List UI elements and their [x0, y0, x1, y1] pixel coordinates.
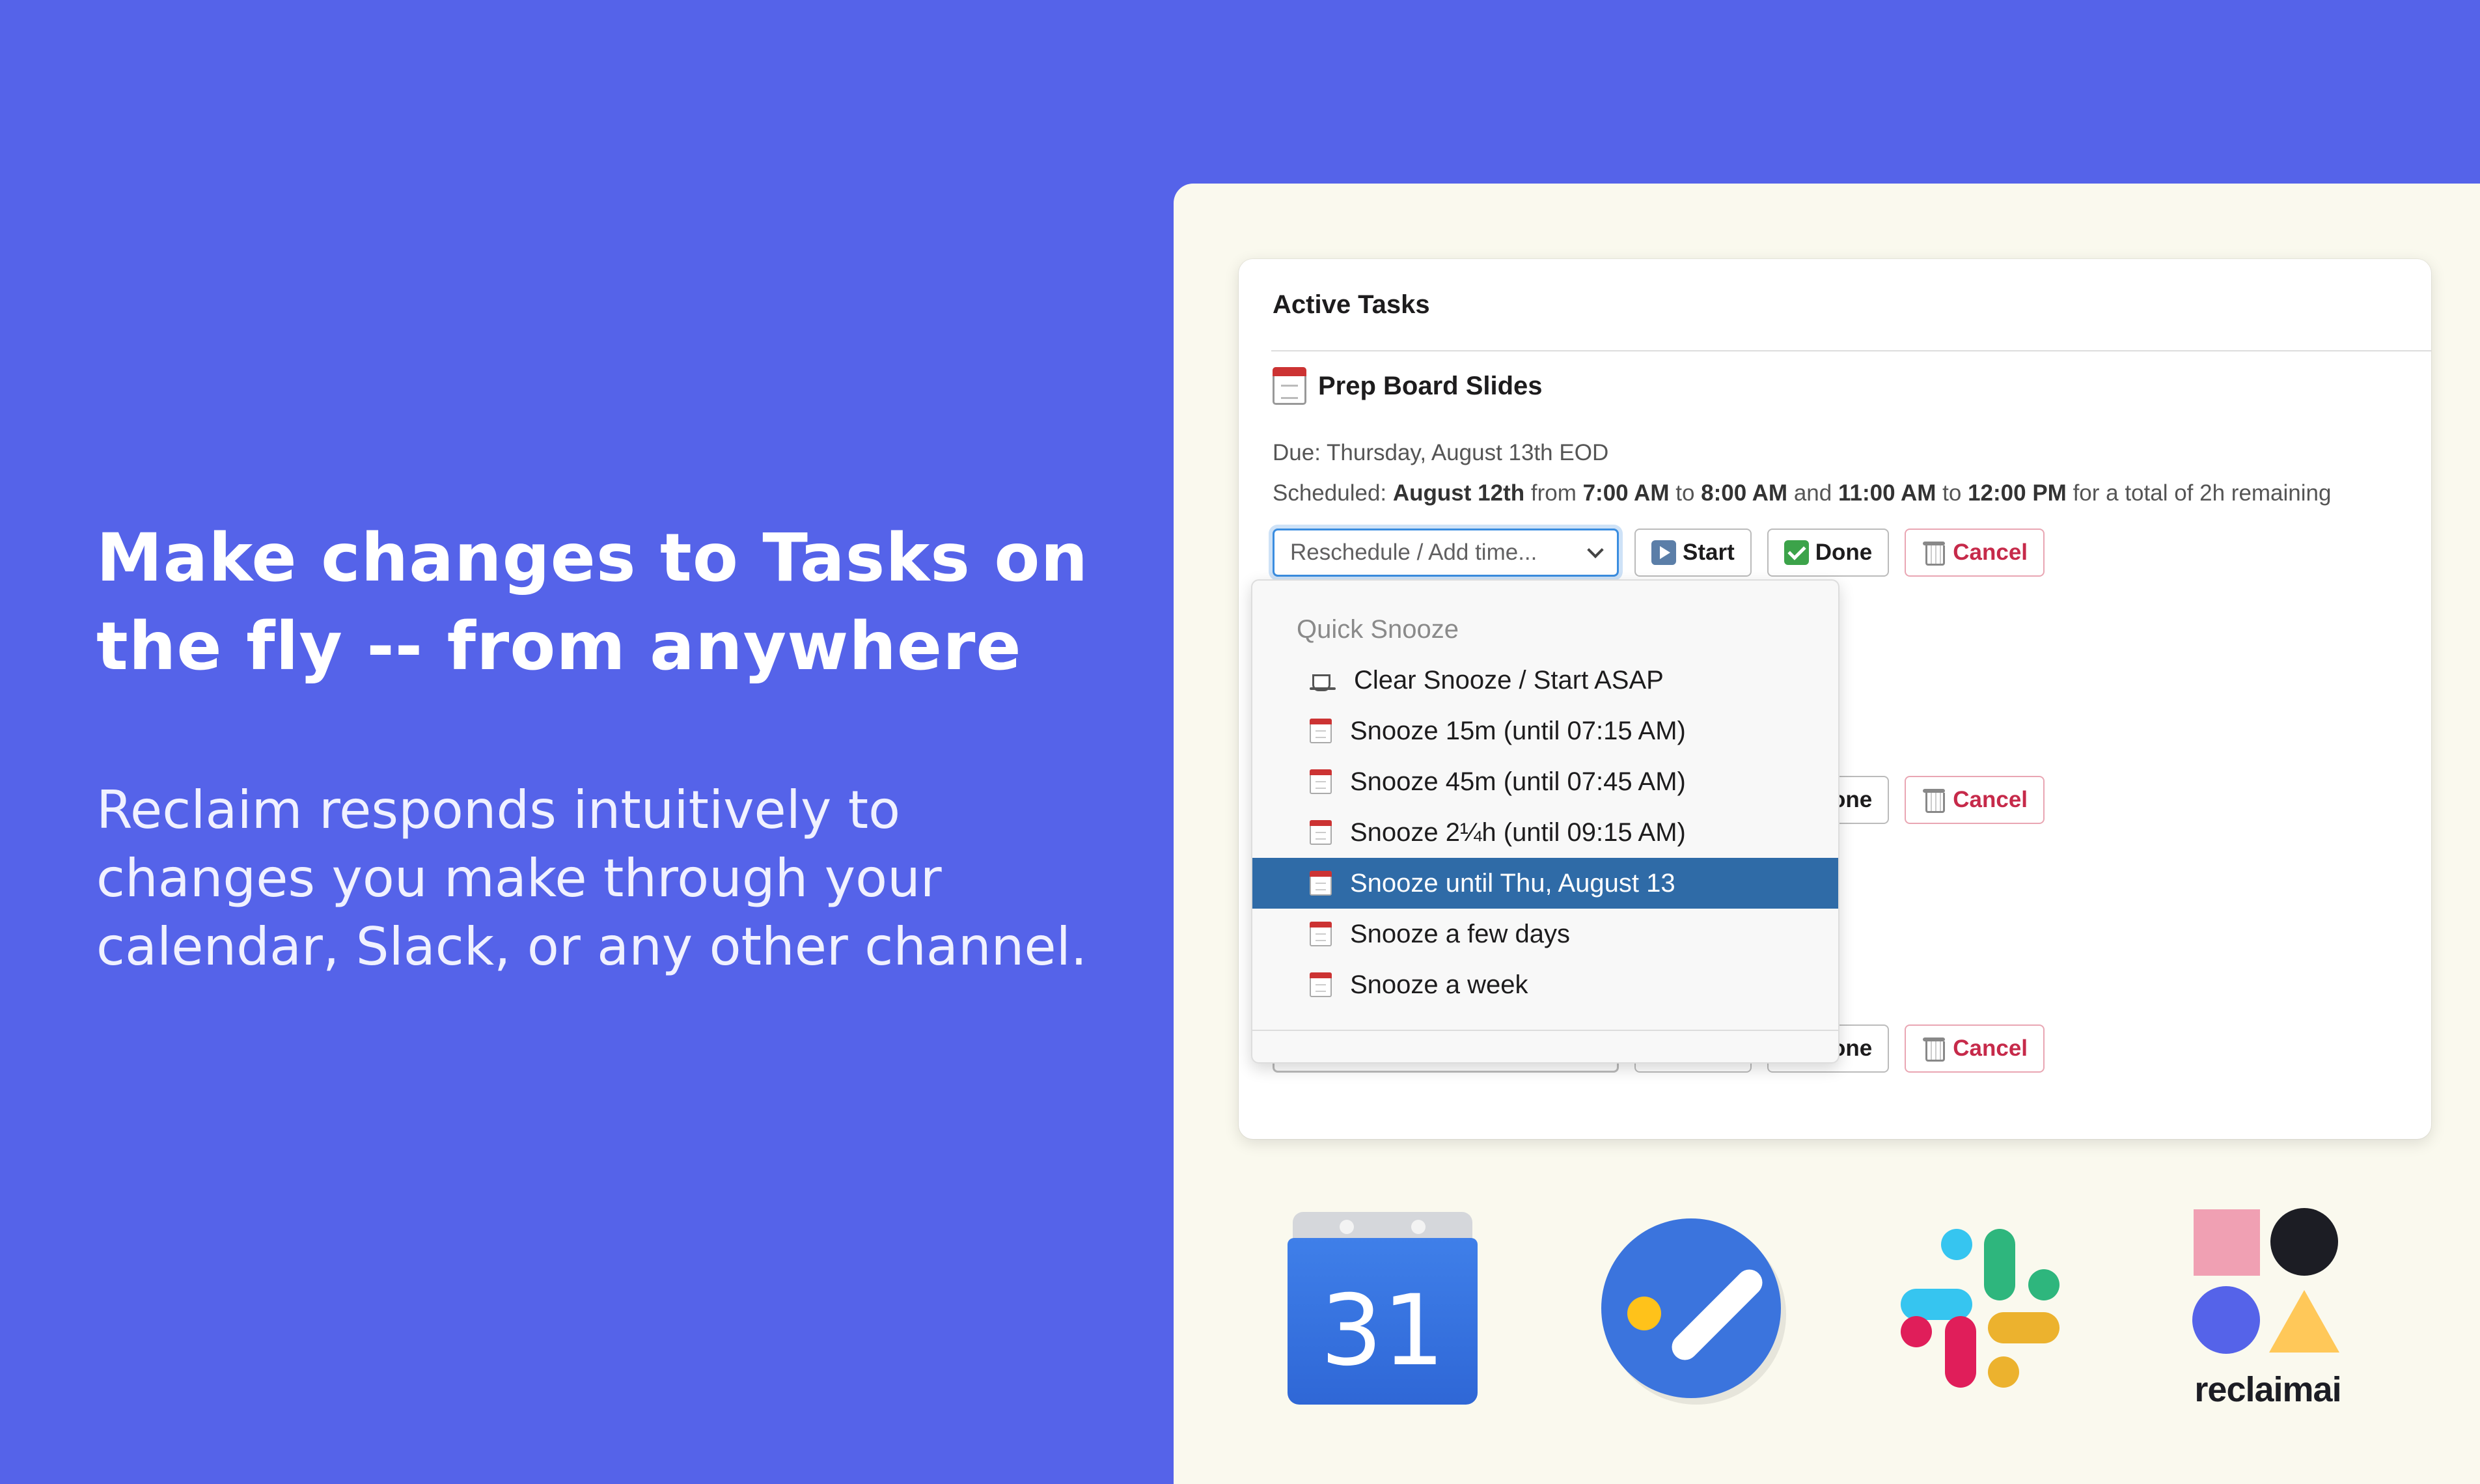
cancel-button[interactable]: Cancel [1905, 529, 2045, 577]
logo-check-bar [1666, 1264, 1768, 1366]
trash-icon [1922, 540, 1946, 566]
scheduled-to: to [1675, 480, 1695, 506]
menu-item-label: Snooze 15m (until 07:15 AM) [1350, 716, 1686, 745]
scheduled-and: and [1793, 480, 1832, 506]
hero-subtitle: Reclaim responds intuitively to changes … [96, 776, 1138, 981]
reclaim-black-circle [2270, 1208, 2338, 1276]
menu-item-label: Snooze a week [1350, 970, 1528, 999]
card-title: Active Tasks [1273, 290, 1430, 319]
menu-group-header: Quick Snooze [1297, 615, 1459, 644]
cancel-label: Cancel [1953, 540, 2028, 565]
cancel-button[interactable]: Cancel [1905, 1024, 2045, 1073]
reclaim-yellow-triangle [2269, 1290, 2339, 1353]
slack-bar-blue [1901, 1289, 1972, 1320]
quick-snooze-menu: Quick Snooze Clear Snooze / Start ASAP S… [1251, 579, 1839, 1064]
done-label: Done [1815, 540, 1873, 565]
trash-icon [1922, 1036, 1946, 1062]
menu-item-clear-snooze[interactable]: Clear Snooze / Start ASAP [1252, 655, 1838, 706]
google-calendar-logo: 31 [1288, 1212, 1478, 1405]
cancel-button[interactable]: Cancel [1905, 776, 2045, 824]
hero-title-line: the fly -- from anywhere [96, 608, 1022, 685]
calendar-icon [1310, 719, 1332, 743]
scheduled-start-2: 11:00 AM [1838, 480, 1936, 506]
start-label: Start [1683, 540, 1735, 565]
scheduled-prefix: Scheduled: [1273, 480, 1387, 506]
play-icon [1651, 540, 1676, 565]
scheduled-date: August 12th [1392, 480, 1525, 506]
slack-bar-red [1945, 1316, 1976, 1388]
menu-item-snooze-week[interactable]: Snooze a week [1252, 959, 1838, 1010]
check-icon [1784, 540, 1809, 565]
menu-item-label: Clear Snooze / Start ASAP [1354, 665, 1664, 694]
scheduled-from: from [1530, 480, 1577, 506]
calendar-icon [1310, 769, 1332, 794]
task-name: Prep Board Slides [1318, 371, 1543, 400]
menu-item-label: Snooze 2¼h (until 09:15 AM) [1350, 818, 1686, 847]
hero-subtitle-line: Reclaim responds intuitively to [96, 780, 901, 840]
menu-item-snooze-15m[interactable]: Snooze 15m (until 07:15 AM) [1252, 706, 1838, 756]
done-button[interactable]: Done [1767, 529, 1890, 577]
hero-title-line: Make changes to Tasks on [96, 519, 1089, 597]
divider [1271, 350, 2431, 351]
slack-dot-green [2028, 1269, 2060, 1300]
calendar-icon [1310, 972, 1332, 997]
scheduled-start-1: 7:00 AM [1582, 480, 1670, 506]
task-scheduled: Scheduled: August 12th from 7:00 AM to 8… [1273, 480, 2331, 506]
task-title: Prep Board Slides [1273, 367, 1543, 405]
task-actions: Reschedule / Add time... Start Done Canc… [1273, 529, 2060, 577]
logo-dot [1627, 1297, 1661, 1330]
chevron-down-icon [1587, 542, 1604, 558]
hero-subtitle-line: changes you make through your [96, 848, 942, 909]
menu-item-label: Snooze 45m (until 07:45 AM) [1350, 767, 1686, 796]
hero-section: Make changes to Tasks on the fly -- from… [96, 514, 1138, 981]
reclaim-logo: reclaimai [2190, 1207, 2346, 1415]
slack-bar-yellow [1988, 1312, 2060, 1343]
tasks-app-logo [1601, 1218, 1781, 1398]
slack-dot-yellow [1988, 1356, 2019, 1388]
menu-divider [1252, 1030, 1838, 1031]
task-due: Due: Thursday, August 13th EOD [1273, 440, 1609, 465]
slack-logo [1901, 1229, 2060, 1388]
coffee-icon [1310, 668, 1336, 693]
calendar-icon [1273, 367, 1306, 405]
calendar-number: 31 [1320, 1274, 1445, 1388]
menu-item-snooze-until-thu[interactable]: Snooze until Thu, August 13 [1252, 858, 1838, 909]
select-placeholder: Reschedule / Add time... [1290, 540, 1537, 565]
calendar-body: 31 [1288, 1238, 1478, 1405]
menu-item-snooze-45m[interactable]: Snooze 45m (until 07:45 AM) [1252, 756, 1838, 807]
menu-item-snooze-2h[interactable]: Snooze 2¼h (until 09:15 AM) [1252, 807, 1838, 858]
scheduled-end-1: 8:00 AM [1701, 480, 1788, 506]
scheduled-suffix: for a total of 2h remaining [2073, 480, 2332, 506]
cancel-label: Cancel [1953, 1036, 2028, 1061]
calendar-icon [1310, 922, 1332, 946]
scheduled-end-2: 12:00 PM [1968, 480, 2067, 506]
reclaim-pink-square [2194, 1209, 2260, 1276]
slack-dot-blue [1941, 1229, 1972, 1260]
reclaim-wordmark: reclaimai [2194, 1370, 2341, 1409]
slack-dot-red [1901, 1316, 1932, 1347]
hero-title: Make changes to Tasks on the fly -- from… [96, 514, 1138, 691]
calendar-icon [1310, 871, 1332, 896]
cancel-label: Cancel [1953, 787, 2028, 812]
trash-icon [1922, 788, 1946, 813]
calendar-rings [1293, 1212, 1472, 1241]
scheduled-to: to [1942, 480, 1962, 506]
menu-item-label: Snooze a few days [1350, 919, 1570, 948]
slack-bar-green [1984, 1229, 2015, 1300]
menu-item-label: Snooze until Thu, August 13 [1350, 868, 1675, 898]
start-button[interactable]: Start [1634, 529, 1752, 577]
reschedule-select[interactable]: Reschedule / Add time... [1273, 529, 1619, 577]
hero-subtitle-line: calendar, Slack, or any other channel. [96, 916, 1088, 977]
menu-item-snooze-few-days[interactable]: Snooze a few days [1252, 909, 1838, 959]
calendar-icon [1310, 820, 1332, 845]
reclaim-blue-circle [2192, 1286, 2260, 1354]
